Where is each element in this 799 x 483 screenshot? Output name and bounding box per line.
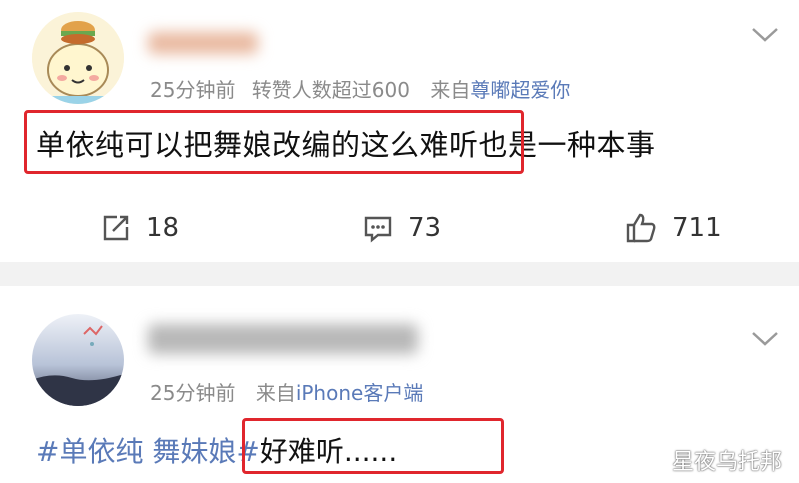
post-time: 25分钟前 <box>150 381 236 405</box>
source-label: 来自 <box>255 381 296 405</box>
thumbs-up-icon <box>626 213 656 243</box>
watermark-text: 星夜乌托邦 <box>672 450 783 475</box>
post-meta: 25分钟前 转赞人数超过600 来自尊嘟超爱你 <box>150 74 570 103</box>
highlight-box <box>24 110 524 174</box>
chevron-down-icon[interactable] <box>748 22 782 46</box>
repost-count: 18 <box>146 213 180 243</box>
chevron-down-icon[interactable] <box>748 326 782 350</box>
post-time: 25分钟前 <box>150 78 236 102</box>
repost-icon <box>103 215 129 241</box>
like-button[interactable]: 711 <box>624 208 722 248</box>
user-avatar[interactable] <box>32 314 124 406</box>
repost-button[interactable]: 18 <box>100 208 179 248</box>
post-meta: 25分钟前 来自iPhone客户端 <box>150 377 423 406</box>
like-count: 711 <box>672 213 722 243</box>
post-separator <box>0 262 799 286</box>
user-avatar[interactable] <box>32 12 124 104</box>
blurred-username[interactable] <box>148 324 418 354</box>
comment-icon <box>364 216 392 243</box>
hashtag-link[interactable]: #单依纯 舞妹娘# <box>36 435 260 468</box>
source-link[interactable]: iPhone客户端 <box>296 381 424 405</box>
blurred-username[interactable] <box>148 32 258 54</box>
comment-button[interactable]: 73 <box>362 208 441 248</box>
highlight-box <box>242 418 504 474</box>
source-label: 来自 <box>430 78 471 102</box>
source-link[interactable]: 尊嘟超爱你 <box>470 78 570 102</box>
landscape-avatar-icon <box>32 325 124 406</box>
comment-count: 73 <box>408 213 442 243</box>
post-popularity: 转赞人数超过600 <box>251 78 410 102</box>
cartoon-avatar-icon <box>32 12 124 104</box>
